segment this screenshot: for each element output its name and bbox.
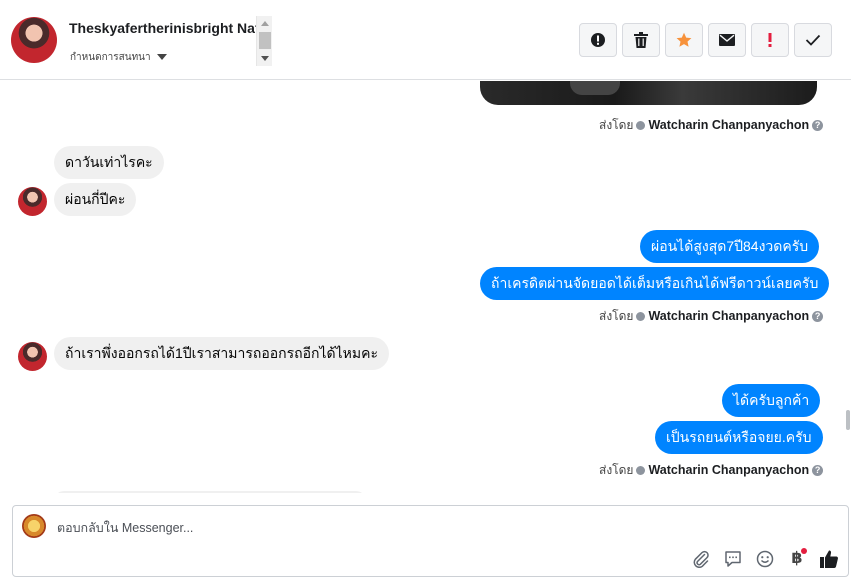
message-thread[interactable]: ส่งโดย Watcharin Chanpanyachon? ดาวันเท่า… bbox=[0, 81, 851, 493]
help-icon[interactable]: ? bbox=[812, 465, 824, 477]
incoming-message[interactable]: ถ้าเราพึ่งออกรถได้1ปีเราสามารถออกรถอีกได… bbox=[54, 337, 390, 370]
paperclip-icon bbox=[693, 550, 709, 568]
saved-replies-icon bbox=[725, 551, 741, 567]
sent-by-line: ส่งโดย Watcharin Chanpanyachon? bbox=[599, 462, 824, 478]
name-scrollbar[interactable] bbox=[256, 16, 272, 66]
sender-name[interactable]: Watcharin Chanpanyachon bbox=[648, 309, 809, 323]
page-avatar bbox=[22, 514, 46, 538]
scroll-down-arrow-icon[interactable] bbox=[261, 56, 269, 61]
thread-scroll-thumb[interactable] bbox=[846, 410, 850, 430]
star-button[interactable] bbox=[665, 23, 703, 57]
emoji-icon bbox=[756, 550, 774, 568]
envelope-icon bbox=[719, 34, 735, 46]
sent-by-prefix: ส่งโดย bbox=[599, 118, 634, 132]
outgoing-message[interactable]: เป็นรถยนต์หรือจยย.ครับ bbox=[655, 421, 823, 454]
contact-name-box: Theskyafertherinisbright Nat กำหนดการสนท… bbox=[66, 16, 272, 66]
sent-by-prefix: ส่งโดย bbox=[599, 309, 634, 323]
sent-by-line: ส่งโดย Watcharin Chanpanyachon? bbox=[599, 308, 824, 324]
mark-unread-button[interactable] bbox=[708, 23, 746, 57]
sent-by-prefix: ส่งโดย bbox=[599, 463, 634, 477]
mark-done-button[interactable] bbox=[794, 23, 832, 57]
contact-avatar-small[interactable] bbox=[18, 342, 47, 371]
priority-button[interactable] bbox=[751, 23, 789, 57]
notification-dot bbox=[801, 548, 807, 554]
exclamation-icon bbox=[768, 33, 772, 47]
photo-content bbox=[570, 81, 620, 95]
sender-name[interactable]: Watcharin Chanpanyachon bbox=[648, 463, 809, 477]
conversation-label-dropdown[interactable]: กำหนดการสนทนา bbox=[70, 50, 167, 65]
conversation-header: Theskyafertherinisbright Nat กำหนดการสนท… bbox=[0, 0, 851, 80]
conversation-label: กำหนดการสนทนา bbox=[70, 52, 151, 63]
help-icon[interactable]: ? bbox=[812, 311, 824, 323]
photo-attachment[interactable] bbox=[480, 81, 817, 105]
outgoing-message[interactable]: ได้ครับลูกค้า bbox=[722, 384, 821, 417]
trash-icon bbox=[634, 32, 648, 48]
thread-scrollbar[interactable] bbox=[845, 81, 851, 493]
incoming-message[interactable]: ผ่อนกี่ปีคะ bbox=[54, 183, 137, 216]
contact-avatar-small[interactable] bbox=[18, 187, 47, 216]
like-button[interactable] bbox=[819, 549, 839, 569]
contact-name[interactable]: Theskyafertherinisbright Nat bbox=[69, 20, 260, 36]
saved-replies-button[interactable] bbox=[723, 549, 743, 569]
caret-down-icon bbox=[156, 54, 167, 61]
outgoing-message[interactable]: ถ้าเครดิตผ่านจัดยอดได้เต็มหรือเกินได้ฟรี… bbox=[480, 267, 830, 300]
verified-check-icon bbox=[636, 121, 646, 131]
star-icon bbox=[676, 32, 692, 47]
scroll-up-arrow-icon[interactable] bbox=[261, 21, 269, 26]
scroll-thumb[interactable] bbox=[259, 32, 271, 49]
report-spam-button[interactable] bbox=[579, 23, 617, 57]
sent-by-line: ส่งโดย Watcharin Chanpanyachon? bbox=[599, 117, 824, 133]
payment-button[interactable]: ฿ bbox=[787, 548, 807, 569]
incoming-message[interactable]: ดาวันเท่าไรคะ bbox=[54, 146, 164, 179]
incoming-message-partial[interactable] bbox=[54, 491, 366, 493]
reply-composer: ฿ bbox=[12, 505, 849, 577]
checkmark-icon bbox=[805, 34, 821, 46]
delete-button[interactable] bbox=[622, 23, 660, 57]
thumbs-up-icon bbox=[820, 550, 838, 568]
sender-name[interactable]: Watcharin Chanpanyachon bbox=[648, 118, 809, 132]
outgoing-message[interactable]: ผ่อนได้สูงสุด7ปี84งวดครับ bbox=[640, 230, 820, 263]
verified-check-icon bbox=[636, 312, 646, 322]
alert-circle-icon bbox=[591, 33, 605, 47]
attach-button[interactable] bbox=[691, 549, 711, 569]
emoji-button[interactable] bbox=[755, 549, 775, 569]
reply-input[interactable] bbox=[57, 518, 657, 538]
help-icon[interactable]: ? bbox=[812, 120, 824, 132]
verified-check-icon bbox=[636, 466, 646, 476]
contact-avatar[interactable] bbox=[11, 17, 57, 63]
